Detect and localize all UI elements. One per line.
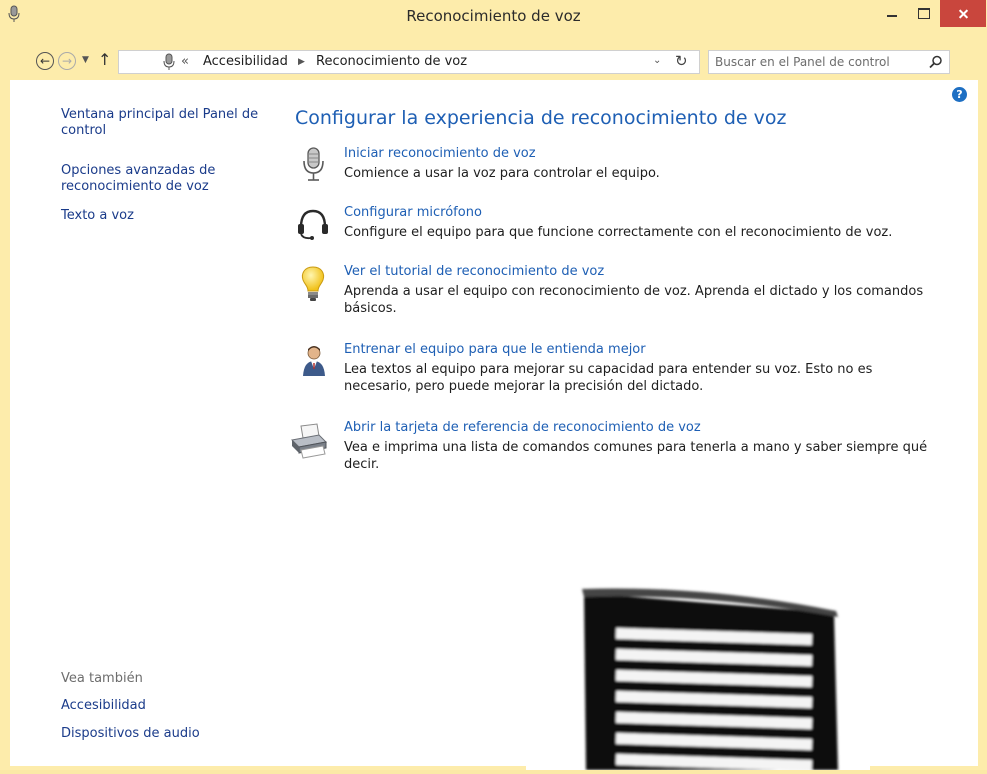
breadcrumb-accesibilidad[interactable]: Accesibilidad [203,54,288,69]
task-link-tarjeta-referencia[interactable]: Abrir la tarjeta de referencia de recono… [344,420,701,435]
microphone-icon [163,53,175,75]
see-also-label: Vea también [61,671,143,686]
chevron-down-icon[interactable]: ⌄ [653,55,661,66]
striped-panel-graphic [582,588,838,772]
task-link-iniciar[interactable]: Iniciar reconocimiento de voz [344,146,536,161]
sidebar-link-opciones-avanzadas[interactable]: Opciones avanzadas de reconocimiento de … [61,163,261,195]
search-input[interactable] [715,53,915,71]
lightbulb-icon [295,264,331,304]
task-description: Vea e imprima una lista de comandos comu… [344,440,928,472]
maximize-button[interactable] [910,1,938,27]
task-description: Lea textos al equipo para mejorar su cap… [344,362,873,394]
headset-icon [295,205,331,245]
sidebar-link-texto-a-voz[interactable]: Texto a voz [61,208,261,224]
back-icon[interactable]: ← [36,52,54,70]
sidebar-link-panel-principal[interactable]: Ventana principal del Panel de control [61,107,261,139]
see-also-dispositivos-audio[interactable]: Dispositivos de audio [61,726,261,742]
user-train-icon [295,342,331,382]
search-icon[interactable] [929,54,943,73]
task-link-tutorial[interactable]: Ver el tutorial de reconocimiento de voz [344,264,604,279]
control-panel-window: Reconocimiento de voz ← → ▼ ↑ « Accesibi… [0,0,987,772]
page-title: Configurar la experiencia de reconocimie… [295,107,787,129]
task-link-entrenar[interactable]: Entrenar el equipo para que le entienda … [344,342,646,357]
see-also-accesibilidad[interactable]: Accesibilidad [61,698,261,714]
minimize-button[interactable] [876,1,908,27]
microphone-icon [295,146,331,186]
overlay-image [526,555,870,772]
address-bar[interactable]: « Accesibilidad ▶ Reconocimiento de voz … [118,50,700,74]
chevron-right-icon[interactable]: ▶ [298,57,305,67]
task-description: Aprenda a usar el equipo con reconocimie… [344,284,924,316]
close-button[interactable] [940,0,986,27]
task-description: Comience a usar la voz para controlar el… [344,166,660,181]
breadcrumb-overflow[interactable]: « [181,54,189,69]
window-title: Reconocimiento de voz [406,7,581,25]
task-description: Configure el equipo para que funcione co… [344,225,893,240]
forward-icon[interactable]: → [58,52,76,70]
search-box[interactable] [708,50,950,74]
recent-locations-icon[interactable]: ▼ [82,55,89,65]
help-icon[interactable]: ? [952,87,967,102]
refresh-icon[interactable]: ↻ [675,52,688,70]
breadcrumb-reconocimiento[interactable]: Reconocimiento de voz [316,54,467,69]
title-bar[interactable]: Reconocimiento de voz [0,0,987,32]
printer-icon [290,420,331,460]
up-arrow-icon[interactable]: ↑ [98,50,111,69]
task-link-configurar-microfono[interactable]: Configurar micrófono [344,205,482,220]
navigation-bar: ← → ▼ ↑ « Accesibilidad ▶ Reconocimiento… [0,44,987,80]
